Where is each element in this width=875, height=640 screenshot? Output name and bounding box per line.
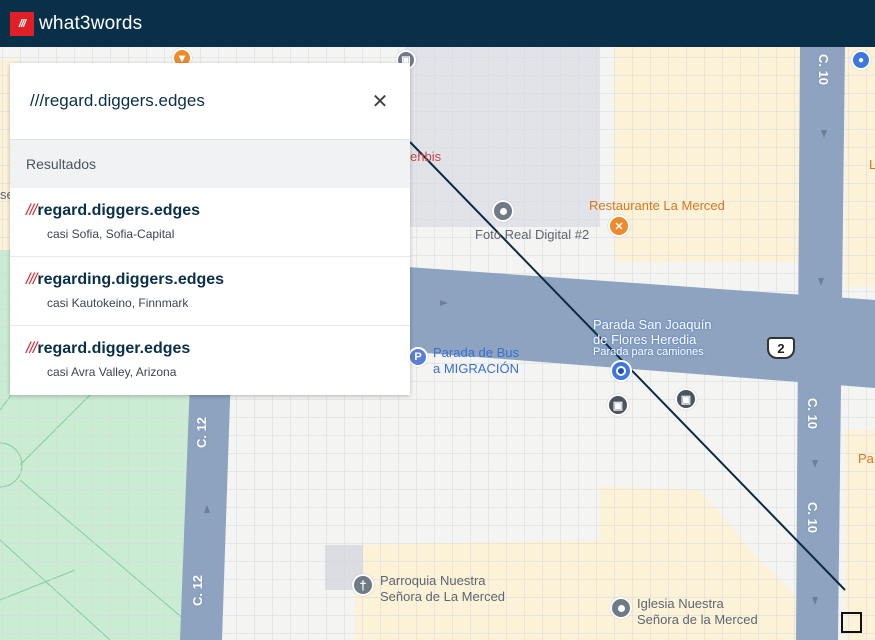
result-words: /// regard.digger.edges: [26, 340, 410, 358]
poi-label-parroquia-1[interactable]: Parroquia Nuestra: [380, 573, 486, 588]
church-pin-icon[interactable]: [610, 597, 632, 619]
restaurant-icon[interactable]: ✕: [608, 215, 630, 237]
poi-label-parada-sj-2[interactable]: de Flores Heredia: [593, 332, 696, 347]
route-shield: 2: [767, 337, 795, 359]
bus-icon[interactable]: ▣: [607, 394, 629, 416]
poi-label-iglesia-1[interactable]: Iglesia Nuestra: [637, 596, 724, 611]
street-label-c10-low: C. 10: [805, 501, 821, 534]
poi-label-foto[interactable]: Foto Real Digital #2: [475, 227, 589, 242]
church-icon[interactable]: †: [352, 574, 374, 596]
poi-label-parada-bus-1[interactable]: Parada de Bus: [433, 345, 519, 360]
location-square-marker[interactable]: [841, 612, 862, 633]
bus-station-icon[interactable]: [610, 360, 632, 382]
poi-label-iglesia-2[interactable]: Señora de la Merced: [637, 612, 758, 627]
result-place: casi Sofia, Sofia-Capital: [47, 227, 175, 241]
poi-label-partial-right-top[interactable]: L: [869, 157, 875, 172]
result-address: regard.diggers.edges: [37, 202, 201, 219]
results-heading: Resultados: [10, 140, 410, 188]
poi-label-parada-sj-3[interactable]: Parada para camiones: [593, 346, 704, 358]
result-prefix: ///: [26, 340, 37, 357]
poi-label-parroquia-2[interactable]: Señora de La Merced: [380, 589, 505, 604]
result-item-2[interactable]: /// regarding.diggers.edges casi Kautoke…: [10, 257, 410, 326]
result-prefix: ///: [26, 271, 37, 288]
result-words: /// regarding.diggers.edges: [26, 271, 410, 289]
logo-mark[interactable]: ///: [10, 11, 34, 36]
result-item-3[interactable]: /// regard.digger.edges casi Avra Valley…: [10, 326, 410, 395]
result-prefix: ///: [26, 202, 37, 219]
search-input[interactable]: [30, 91, 368, 111]
poi-label-parada-sj-1[interactable]: Parada San Joaquín: [593, 317, 712, 332]
pin-dot: [499, 207, 507, 215]
parking-icon[interactable]: P: [408, 347, 428, 367]
poi-label-partial-right-bottom[interactable]: Pa: [858, 451, 874, 466]
poi-label-restaurante[interactable]: Restaurante La Merced: [589, 198, 725, 213]
result-address: regard.digger.edges: [37, 340, 191, 357]
result-place: casi Kautokeino, Finnmark: [47, 296, 189, 310]
search-panel: ✕ Resultados /// regard.diggers.edges ca…: [10, 63, 410, 395]
poi-label-partial[interactable]: ehbis: [410, 149, 441, 164]
photo-shop-pin-icon[interactable]: [492, 200, 514, 222]
street-label-c10-mid: C. 10: [805, 397, 821, 430]
result-words: /// regard.diggers.edges: [26, 202, 410, 220]
lock-icon[interactable]: ●: [851, 50, 871, 70]
bus-station-dot: [616, 366, 626, 376]
close-icon[interactable]: ✕: [368, 89, 392, 113]
result-address: regarding.diggers.edges: [37, 271, 225, 288]
bus-icon-2[interactable]: ▣: [675, 388, 697, 410]
logo-text[interactable]: what3words: [39, 13, 142, 35]
street-label-c12-upper: C. 12: [194, 416, 210, 449]
church-pin-dot: [617, 604, 625, 612]
app-header: /// what3words: [0, 0, 875, 47]
poi-label-parada-bus-2[interactable]: a MIGRACIÓN: [433, 361, 519, 376]
street-label-c12-lower: C. 12: [190, 574, 206, 607]
street-label-c10-top: C. 10: [816, 53, 832, 86]
result-item-1[interactable]: /// regard.diggers.edges casi Sofia, Sof…: [10, 188, 410, 257]
result-place: casi Avra Valley, Arizona: [47, 365, 177, 379]
search-bar: ✕: [10, 63, 410, 140]
